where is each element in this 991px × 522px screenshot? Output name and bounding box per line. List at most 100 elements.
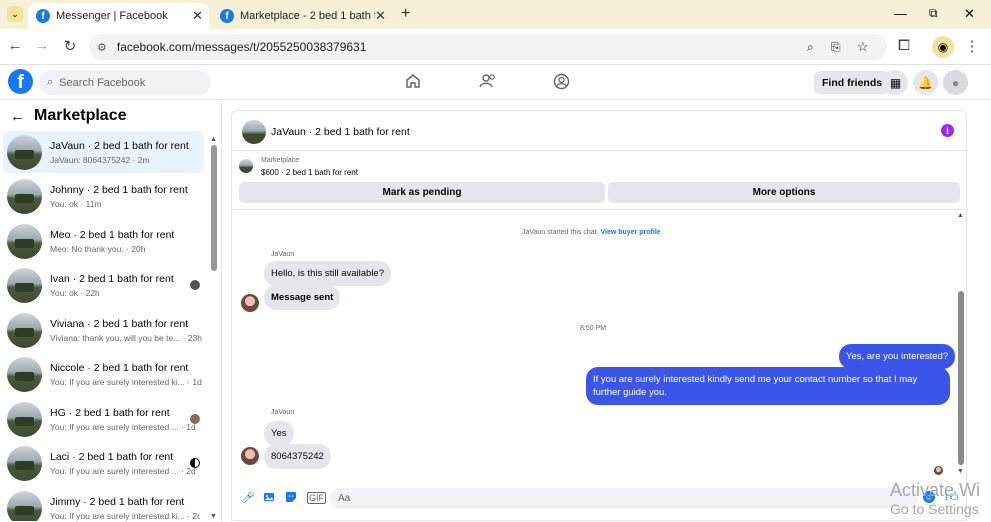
conversation-item[interactable]: Jimmy · 2 bed 1 bath for rent You: If yo… [3,487,204,521]
conversation-name: Laci · 2 bed 1 bath for rent [50,450,174,463]
conversation-item[interactable]: Niccole · 2 bed 1 bath for rent You: If … [3,353,204,395]
listing-thumbnail [7,312,42,348]
scroll-down-arrow-icon[interactable]: ▼ [957,468,964,475]
url-text: facebook.com/messages/t/2055250038379631 [116,40,367,54]
conversation-item[interactable]: HG · 2 bed 1 bath for rent You: If you a… [3,398,204,440]
scroll-down-arrow-icon[interactable]: ▼ [210,513,217,520]
listing-thumbnail [7,401,42,437]
received-message: Message sent [264,285,341,310]
listing-thumbnail [7,356,42,392]
messages-divider [232,209,968,210]
sticker-icon[interactable] [285,491,297,506]
sender-name: JaVaun [271,251,295,258]
tab-title: Messenger | Facebook [56,10,168,22]
view-buyer-profile-link[interactable]: View buyer profile [600,229,660,236]
info-icon[interactable]: i [941,124,954,137]
watermark-line-1: Activate Wi [890,480,981,500]
close-window-button[interactable]: ✕ [964,6,975,22]
maximize-button[interactable]: ⧉ [929,6,938,21]
back-arrow-icon[interactable]: ← [10,108,25,125]
tab-search-menu-icon[interactable]: ⌄ [7,6,23,22]
conversation-preview: Viviana: thank you, will you be te... · … [50,332,202,343]
back-icon[interactable]: ← [6,37,24,54]
conversation-preview: You: If you are surely interested ki... … [50,510,200,521]
conversation-item[interactable]: JaVaun · 2 bed 1 bath for rent JaVaun: 8… [3,131,204,173]
listing-thumbnail [7,178,42,214]
listing-price[interactable]: $600 · 2 bed 1 bath for rent [261,168,358,177]
close-tab-icon[interactable]: ✕ [192,8,203,24]
conversation-name: Meo · 2 bed 1 bath for rent [50,228,175,241]
conversation-item[interactable]: Meo · 2 bed 1 bath for rent Meo: No than… [3,220,204,262]
zoom-icon[interactable]: ⌕ [807,40,814,55]
seen-receipt-avatar [934,466,943,475]
facebook-logo-icon[interactable]: f [8,69,33,94]
conversation-list-scrollbar[interactable] [211,145,217,271]
seen-avatar-icon [190,414,200,424]
minimize-button[interactable]: — [894,6,907,21]
chat-title[interactable]: JaVaun · 2 bed 1 bath for rent [271,126,410,138]
listing-thumbnail[interactable] [242,120,266,144]
scroll-up-arrow-icon[interactable]: ▲ [957,212,964,219]
conversation-preview: You: ok · 11m [50,198,102,209]
browser-menu-icon[interactable]: ⋮ [963,37,981,55]
search-icon: ⌕ [47,76,54,88]
account-avatar[interactable]: ● [943,70,968,95]
mark-as-pending-button[interactable]: Mark as pending [239,182,605,203]
find-friends-button[interactable]: Find friends [814,71,891,94]
sender-avatar[interactable] [241,447,259,465]
forward-icon[interactable]: → [33,37,51,54]
sent-message: Yes, are you interested? [839,344,956,369]
sender-name: JaVaun [271,409,295,416]
sender-avatar[interactable] [241,294,259,312]
notifications-bell-icon[interactable]: 🔔 [913,70,938,95]
facebook-favicon-icon: f [220,9,234,23]
install-app-icon[interactable]: ⎘ [831,40,841,55]
chat-scrollbar[interactable] [958,291,964,465]
listing-thumbnail [7,267,42,303]
search-input[interactable]: ⌕ Search Facebook [39,70,211,95]
microphone-icon[interactable]: 🎤︎ [241,491,255,504]
seen-avatar-icon [190,280,200,290]
chat-started-text: JaVaun started this chat. [522,229,599,236]
home-icon[interactable] [405,73,421,94]
address-bar-row: ← → ↻ ⚙ facebook.com/messages/t/20552500… [0,29,991,65]
bookmark-star-icon[interactable]: ☆ [857,39,869,55]
groups-icon[interactable] [553,73,570,95]
conversation-name: Ivan · 2 bed 1 bath for rent [50,272,174,285]
profile-icon[interactable]: ◉ [932,36,954,58]
reload-icon[interactable]: ↻ [61,37,79,55]
photo-icon[interactable] [263,491,275,506]
url-field[interactable]: ⚙ facebook.com/messages/t/20552500383796… [89,34,887,60]
conversation-item[interactable]: Johnny · 2 bed 1 bath for rent You: ok ·… [3,175,204,217]
search-placeholder: Search Facebook [59,76,146,89]
extensions-icon[interactable]: ⧠ [895,37,913,54]
site-info-icon[interactable]: ⚙ [97,41,107,54]
listing-thumbnail [7,445,42,481]
conversation-name: Viviana · 2 bed 1 bath for rent [50,317,189,330]
conversation-preview: You: If you are surely interested ... · … [50,421,196,432]
page-title: Marketplace [34,107,127,124]
more-options-button[interactable]: More options [608,182,960,203]
menu-grid-icon[interactable]: ▦ [883,70,908,95]
chat-started-notice: JaVaun started this chat. View buyer pro… [522,229,661,236]
gif-icon[interactable]: GIF [307,492,326,504]
conversation-name: Jimmy · 2 bed 1 bath for rent [50,495,185,508]
friends-icon[interactable] [479,73,497,94]
seen-avatar-icon [190,458,200,468]
close-tab-icon[interactable]: ✕ [375,8,386,24]
new-tab-button[interactable]: + [401,5,410,23]
conversation-item[interactable]: Ivan · 2 bed 1 bath for rent You: ok · 2… [3,264,204,306]
received-message: 8064375242 [264,444,331,469]
tab-marketplace[interactable]: f Marketplace - 2 bed 1 bath for r ✕ [212,3,392,29]
conversation-item[interactable]: Viviana · 2 bed 1 bath for rent Viviana:… [3,309,204,351]
conversation-name: JaVaun · 2 bed 1 bath for rent [50,139,189,152]
conversation-preview: JaVaun: 8064375242 · 2m [50,154,150,165]
tab-messenger[interactable]: f Messenger | Facebook ✕ [28,3,209,29]
message-timestamp: 8:50 PM [580,325,607,332]
scroll-up-arrow-icon[interactable]: ▲ [210,136,217,143]
message-input[interactable]: Aa [330,488,918,509]
conversation-item[interactable]: Laci · 2 bed 1 bath for rent You: If you… [3,442,204,484]
conversation-preview: You: If you are surely interested ... · … [50,465,196,476]
listing-thumbnail[interactable] [239,159,253,173]
facebook-favicon-icon: f [36,9,50,23]
